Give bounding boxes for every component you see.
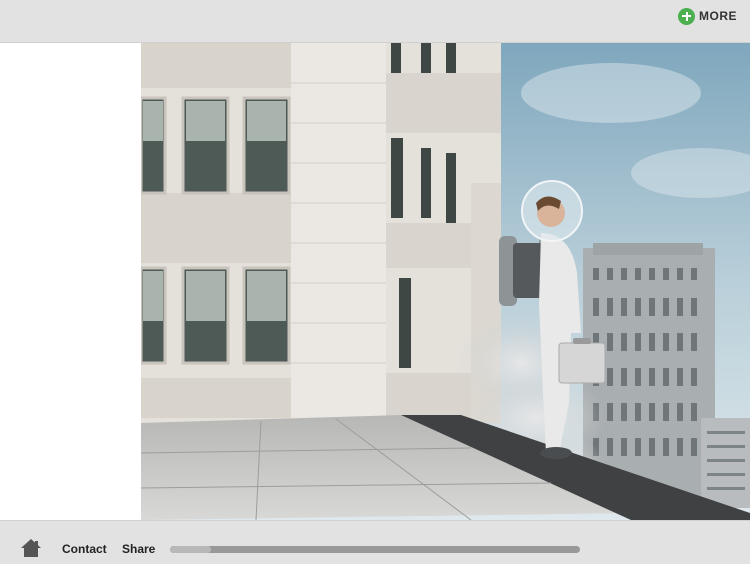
plus-circle-icon xyxy=(678,7,695,25)
top-toolbar: MORE xyxy=(0,0,750,43)
home-button[interactable] xyxy=(20,538,42,558)
share-link[interactable]: Share xyxy=(122,542,155,556)
more-button[interactable]: MORE xyxy=(678,7,737,25)
hero-image xyxy=(141,43,750,520)
more-label: MORE xyxy=(699,9,737,23)
home-icon xyxy=(21,539,41,557)
bottom-toolbar: Contact Share xyxy=(0,520,750,564)
left-blank-panel xyxy=(0,43,141,520)
astronaut-rooftop-illustration xyxy=(141,43,750,520)
page-progress-bar[interactable] xyxy=(170,546,580,553)
page-progress-fill xyxy=(170,546,211,553)
contact-link[interactable]: Contact xyxy=(62,542,107,556)
